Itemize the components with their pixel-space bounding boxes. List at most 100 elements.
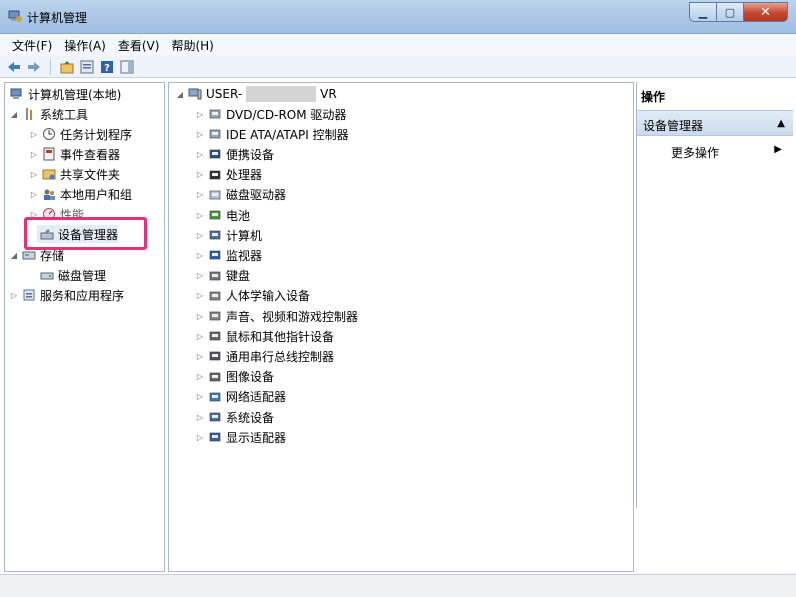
- hid-icon: [207, 288, 223, 304]
- maximize-button[interactable]: ▢: [716, 2, 743, 22]
- device-category-item[interactable]: ▷ 计算机: [195, 226, 262, 244]
- menu-file[interactable]: 文件(F): [6, 37, 58, 54]
- expand-arrow-icon[interactable]: ▷: [195, 392, 205, 401]
- expand-arrow-icon[interactable]: ▷: [195, 150, 205, 159]
- device-category-item[interactable]: ▷ DVD/CD-ROM 驱动器: [195, 105, 347, 123]
- expand-arrow-icon[interactable]: ▷: [195, 372, 205, 381]
- tree-item-disk-management[interactable]: 磁盘管理: [37, 266, 106, 284]
- more-actions-item[interactable]: 更多操作: [671, 144, 719, 161]
- device-category-item[interactable]: ▷ 键盘: [195, 267, 250, 285]
- up-icon[interactable]: [59, 59, 75, 75]
- device-category-item[interactable]: ▷ 电池: [195, 206, 250, 224]
- device-computer-root[interactable]: ◢ USER- VR: [175, 85, 337, 103]
- highlight-box: [24, 217, 147, 250]
- expand-arrow-icon[interactable]: ▷: [195, 170, 205, 179]
- expand-arrow-icon[interactable]: ▷: [29, 130, 39, 139]
- expand-arrow-icon[interactable]: ▷: [195, 211, 205, 220]
- expand-arrow-icon[interactable]: ▷: [195, 312, 205, 321]
- device-category-label: 计算机: [226, 228, 263, 243]
- expand-arrow-icon[interactable]: ▷: [195, 231, 205, 240]
- expand-arrow-icon[interactable]: ▷: [195, 352, 205, 361]
- expand-arrow-icon[interactable]: ▷: [29, 170, 39, 179]
- help-icon[interactable]: ?: [99, 59, 115, 75]
- expand-arrow-icon[interactable]: ▷: [195, 291, 205, 300]
- processor-icon: [207, 167, 223, 183]
- device-category-label: DVD/CD-ROM 驱动器: [226, 107, 347, 122]
- expand-arrow-icon[interactable]: ▷: [29, 190, 39, 199]
- device-category-item[interactable]: ▷ 显示适配器: [195, 428, 286, 446]
- system-device-icon: [207, 409, 223, 425]
- collapse-arrow-icon[interactable]: ◢: [175, 90, 185, 99]
- collapse-arrow-icon[interactable]: ◢: [9, 110, 19, 119]
- expand-arrow-icon[interactable]: ▷: [195, 110, 205, 119]
- device-category-item[interactable]: ▷ 系统设备: [195, 408, 274, 426]
- window-title: 计算机管理: [27, 11, 88, 25]
- expand-arrow-icon[interactable]: ▷: [195, 271, 205, 280]
- device-category-label: 网络适配器: [226, 390, 287, 405]
- tree-label: 磁盘管理: [58, 268, 107, 283]
- device-category-label: 监视器: [226, 248, 263, 263]
- tree-label: 共享文件夹: [60, 167, 121, 182]
- device-category-item[interactable]: ▷ 图像设备: [195, 368, 274, 386]
- actions-section-label: 设备管理器: [643, 119, 704, 133]
- actions-pane: 操作 设备管理器 ▲ 更多操作 ▶: [636, 82, 796, 508]
- device-category-label: 人体学输入设备: [226, 289, 311, 304]
- expand-arrow-icon[interactable]: ▷: [9, 291, 19, 300]
- device-category-label: 键盘: [226, 269, 251, 284]
- minimize-button[interactable]: ▁: [689, 2, 716, 22]
- close-button[interactable]: ✕: [743, 2, 788, 22]
- expand-arrow-icon[interactable]: ▷: [195, 413, 205, 422]
- actions-section-device-manager[interactable]: 设备管理器 ▲: [637, 110, 793, 136]
- tree-item-shared-folders[interactable]: ▷ 共享文件夹: [29, 165, 120, 183]
- device-category-item[interactable]: ▷ 磁盘驱动器: [195, 186, 286, 204]
- menu-view[interactable]: 查看(V): [112, 37, 166, 54]
- battery-icon: [207, 207, 223, 223]
- mouse-icon: [207, 328, 223, 344]
- computer-management-icon: [9, 86, 25, 102]
- tree-item-root[interactable]: 计算机管理(本地): [7, 85, 121, 103]
- tree-item-local-users[interactable]: ▷ 本地用户和组: [29, 185, 132, 203]
- display-adapter-icon: [207, 429, 223, 445]
- tree-item-services-apps[interactable]: ▷ 服务和应用程序: [9, 286, 124, 304]
- expand-arrow-icon[interactable]: ▷: [195, 251, 205, 260]
- device-category-label: 处理器: [226, 168, 263, 183]
- forward-icon[interactable]: [26, 59, 42, 75]
- device-category-item[interactable]: ▷ 便携设备: [195, 145, 274, 163]
- actions-header: 操作: [637, 82, 796, 108]
- device-category-item[interactable]: ▷ IDE ATA/ATAPI 控制器: [195, 125, 349, 143]
- menu-action[interactable]: 操作(A): [58, 37, 112, 54]
- tree-item-system-tools[interactable]: ◢ 系统工具: [9, 105, 88, 123]
- device-category-item[interactable]: ▷ 鼠标和其他指针设备: [195, 327, 334, 345]
- expand-arrow-icon[interactable]: ▷: [195, 190, 205, 199]
- toolbar-separator: [50, 58, 51, 75]
- show-hide-icon[interactable]: [119, 59, 135, 75]
- monitor-icon: [207, 247, 223, 263]
- collapse-arrow-icon[interactable]: ◢: [9, 251, 19, 260]
- tree-item-task-scheduler[interactable]: ▷ 任务计划程序: [29, 125, 132, 143]
- device-category-item[interactable]: ▷ 网络适配器: [195, 388, 286, 406]
- device-category-label: IDE ATA/ATAPI 控制器: [226, 127, 349, 142]
- properties-icon[interactable]: [79, 59, 95, 75]
- portable-device-icon: [207, 146, 223, 162]
- tree-item-event-viewer[interactable]: ▷ 事件查看器: [29, 145, 120, 163]
- expand-arrow-icon[interactable]: ▷: [195, 433, 205, 442]
- device-category-item[interactable]: ▷ 监视器: [195, 246, 262, 264]
- device-category-label: 图像设备: [226, 370, 275, 385]
- expand-arrow-icon[interactable]: ▷: [195, 130, 205, 139]
- device-category-item[interactable]: ▷ 人体学输入设备: [195, 287, 310, 305]
- device-category-label: 磁盘驱动器: [226, 188, 287, 203]
- console-tree-pane: 计算机管理(本地) ◢ 系统工具 ▷ 任务计划程序 ▷ 事件查看器 ▷ 共享文件…: [4, 82, 165, 572]
- device-category-item[interactable]: ▷ 通用串行总线控制器: [195, 347, 334, 365]
- device-category-item[interactable]: ▷ 处理器: [195, 166, 262, 184]
- back-icon[interactable]: [6, 59, 22, 75]
- menu-help[interactable]: 帮助(H): [165, 37, 219, 54]
- menu-bar: 文件(F) 操作(A) 查看(V) 帮助(H): [0, 34, 796, 56]
- tree-label: 事件查看器: [60, 147, 121, 162]
- collapse-up-icon[interactable]: ▲: [777, 118, 785, 129]
- expand-arrow-icon[interactable]: ▷: [195, 332, 205, 341]
- device-category-item[interactable]: ▷ 声音、视频和游戏控制器: [195, 307, 358, 325]
- disk-icon: [39, 267, 55, 283]
- expand-arrow-icon[interactable]: ▷: [29, 150, 39, 159]
- users-icon: [41, 186, 57, 202]
- device-category-label: 声音、视频和游戏控制器: [226, 309, 359, 324]
